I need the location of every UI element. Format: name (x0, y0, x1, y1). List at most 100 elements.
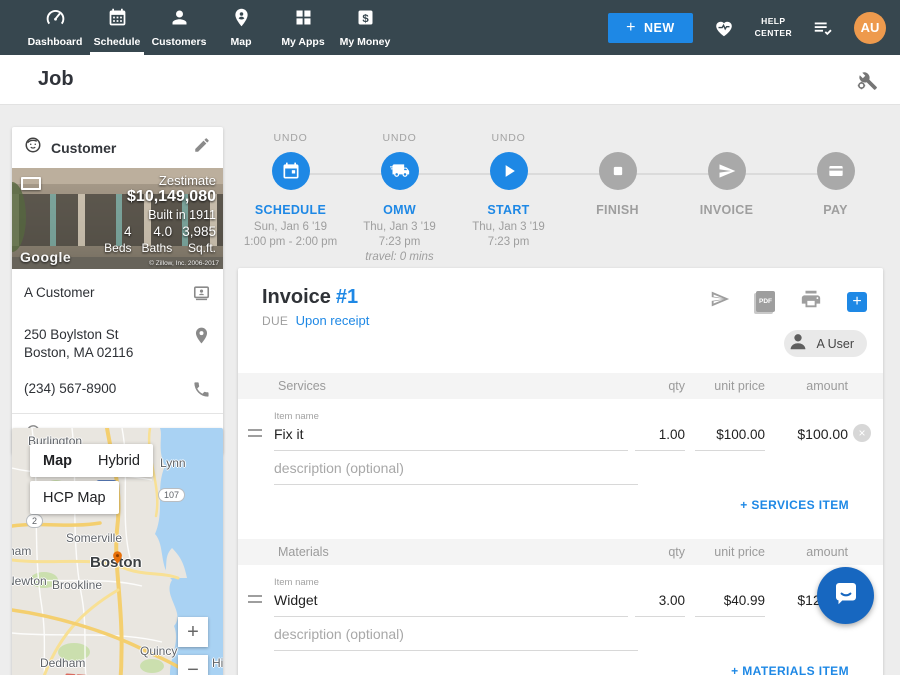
map-label-newton: Newton (12, 574, 47, 588)
service-qty-input[interactable] (635, 427, 685, 451)
pdf-icon[interactable]: PDF (756, 291, 775, 312)
map-label-ham: ham (12, 544, 31, 558)
material-unit-price-input[interactable] (695, 593, 765, 617)
drag-handle-icon[interactable] (248, 595, 262, 603)
map-type-buttons: Map Hybrid (30, 444, 153, 477)
add-invoice-button[interactable]: + (847, 292, 867, 312)
hybrid-button[interactable]: Hybrid (85, 444, 153, 477)
nav-item-schedule[interactable]: Schedule (86, 0, 148, 55)
materials-title: Materials (278, 545, 635, 559)
undo-link[interactable]: UNDO (382, 132, 416, 146)
job-location-pin-icon (110, 550, 125, 565)
stat-sqft: 3,985 Sq.ft. (182, 224, 216, 255)
map-label-brookline: Brookline (52, 578, 102, 592)
print-icon[interactable] (800, 288, 822, 315)
health-heart-icon[interactable] (713, 17, 735, 39)
zoom-in-button[interactable]: + (178, 617, 208, 647)
stat-baths: 4.0 Baths (142, 224, 173, 255)
assignee-chip[interactable]: A User (784, 330, 867, 357)
map-label-lynn: Lynn (160, 456, 186, 470)
customer-details: A Customer 250 Boylston St Boston, MA 02… (12, 269, 223, 413)
nav-item-map[interactable]: Map (210, 0, 272, 55)
send-invoice-icon[interactable] (709, 288, 731, 315)
activity-feed-icon[interactable] (812, 17, 834, 39)
chat-fab-button[interactable] (817, 567, 874, 624)
phone-icon[interactable] (192, 380, 211, 404)
service-description-input[interactable] (274, 460, 638, 485)
nav-label: Dashboard (28, 36, 83, 48)
timeline-step-omw: UNDO OMW Thu, Jan 3 '19 7:23 pm travel: … (345, 132, 454, 265)
nav-item-my-money[interactable]: $ My Money (334, 0, 396, 55)
add-materials-item-link[interactable]: + MATERIALS ITEM (238, 664, 883, 675)
nav-label: Customers (152, 36, 207, 48)
undo-link[interactable]: UNDO (273, 132, 307, 146)
built-year: Built in 1911 (148, 208, 216, 222)
timeline-step-finish: FINISH (563, 132, 672, 265)
service-amount: $100.00 (768, 426, 848, 451)
remove-item-button[interactable]: × (853, 424, 871, 442)
undo-link[interactable]: UNDO (491, 132, 525, 146)
help-center-link[interactable]: HELP CENTER (755, 16, 792, 38)
qty-column-header: qty (635, 545, 685, 559)
schedule-step-icon[interactable] (272, 152, 310, 190)
timeline-steps: UNDO SCHEDULE Sun, Jan 6 '19 1:00 pm - 2… (236, 132, 890, 265)
customer-phone-row: (234) 567-8900 (12, 371, 223, 413)
map-button[interactable]: Map (30, 444, 85, 477)
customer-name: A Customer (24, 284, 182, 302)
nav-actions: + NEW HELP CENTER AU (608, 0, 900, 55)
item-name-label: Item name (274, 577, 883, 588)
nav-tabs: Dashboard Schedule Customers Map My Apps… (0, 0, 396, 55)
route-2-badge: 2 (26, 514, 43, 528)
timeline-step-schedule: UNDO SCHEDULE Sun, Jan 6 '19 1:00 pm - 2… (236, 132, 345, 265)
material-qty-input[interactable] (635, 593, 685, 617)
service-name-input[interactable] (274, 426, 628, 451)
job-settings-wrench-icon[interactable] (854, 68, 878, 92)
page-header: Job (0, 55, 900, 105)
nav-item-customers[interactable]: Customers (148, 0, 210, 55)
zoom-out-button[interactable]: − (178, 655, 208, 675)
hcp-map-button[interactable]: HCP Map (30, 481, 119, 514)
zestimate-value: $10,149,080 (127, 188, 216, 206)
chat-bubble-icon (831, 578, 861, 613)
contact-card-icon[interactable] (192, 284, 211, 308)
drag-handle-icon[interactable] (248, 429, 262, 437)
timeline-step-pay: PAY (781, 132, 890, 265)
user-avatar[interactable]: AU (854, 12, 886, 44)
finish-stop-icon[interactable] (599, 152, 637, 190)
route-107-badge: 107 (158, 488, 185, 502)
zestimate-label: Zestimate (159, 173, 216, 188)
location-pin-icon[interactable] (192, 326, 211, 350)
start-play-icon[interactable] (490, 152, 528, 190)
add-services-item-link[interactable]: + SERVICES ITEM (238, 498, 883, 512)
invoice-header: Invoice#1 DUE Upon receipt PDF + A User (238, 268, 883, 373)
material-description-input[interactable] (274, 626, 638, 651)
edit-pencil-icon[interactable] (193, 136, 211, 159)
material-name-input[interactable] (274, 592, 628, 617)
street-view-icon (21, 177, 41, 190)
omw-truck-icon[interactable] (381, 152, 419, 190)
assignee-avatar-icon (787, 330, 809, 357)
stat-beds: 4 Beds (104, 224, 131, 255)
invoice-actions: PDF + (709, 288, 867, 315)
nav-item-my-apps[interactable]: My Apps (272, 0, 334, 55)
unit-price-column-header: unit price (695, 545, 765, 559)
customer-name-row: A Customer (12, 275, 223, 317)
google-watermark: Google (20, 249, 71, 265)
pay-card-icon[interactable] (817, 152, 855, 190)
due-value-link[interactable]: Upon receipt (296, 313, 370, 328)
new-button[interactable]: + NEW (608, 13, 693, 43)
service-unit-price-input[interactable] (695, 427, 765, 451)
nav-item-dashboard[interactable]: Dashboard (24, 0, 86, 55)
amount-column-header: amount (768, 545, 848, 559)
property-photo: Zestimate $10,149,080 Built in 1911 4 Be… (12, 168, 223, 269)
nav-label: My Money (340, 36, 391, 48)
map-card[interactable]: Burlington Lynn Somerville ham Boston Ne… (12, 428, 223, 675)
page-title: Job (38, 68, 74, 91)
customer-card: Customer Zestimate $10,149,080 Built in … (12, 127, 223, 454)
due-label: DUE (262, 314, 288, 328)
invoice-title: Invoice#1 (262, 286, 358, 309)
service-item-row: $100.00 × (238, 424, 883, 451)
zillow-copyright: © Zillow, Inc. 2006-2017 (149, 260, 219, 267)
nav-label: My Apps (281, 36, 324, 48)
invoice-send-icon[interactable] (708, 152, 746, 190)
